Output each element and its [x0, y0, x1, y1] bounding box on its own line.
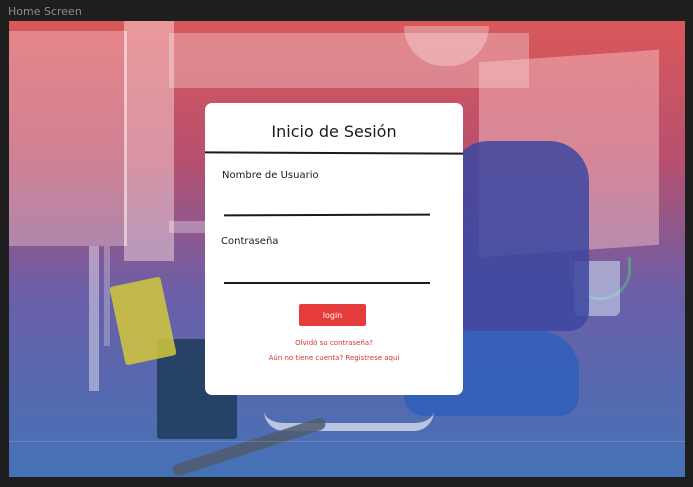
login-title: Inicio de Sesión [271, 122, 397, 141]
username-input[interactable] [224, 193, 430, 215]
cabinet-leg [89, 246, 99, 391]
cabinet-leg [104, 246, 110, 346]
floor-line [9, 441, 685, 442]
toolbox-lid [109, 276, 177, 366]
cabinet-left [9, 31, 127, 246]
password-underline [224, 282, 430, 284]
home-screen-canvas: Inicio de Sesión Nombre de Usuario Contr… [9, 21, 685, 477]
password-label: Contraseña [221, 236, 279, 247]
forgot-password-link[interactable]: Olvidó su contraseña? [205, 339, 463, 347]
login-card: Inicio de Sesión Nombre de Usuario Contr… [204, 103, 464, 395]
cabinet-door [124, 21, 174, 261]
title-divider [204, 151, 464, 155]
login-button[interactable]: login [299, 304, 366, 326]
username-underline [223, 213, 431, 217]
pipes [264, 393, 434, 431]
plumber-body [449, 141, 589, 331]
password-input[interactable] [224, 260, 430, 282]
frame-label: Home Screen [8, 5, 82, 18]
username-label: Nombre de Usuario [222, 170, 319, 181]
register-link[interactable]: Aún no tiene cuenta? Registrese aquí [205, 354, 463, 362]
